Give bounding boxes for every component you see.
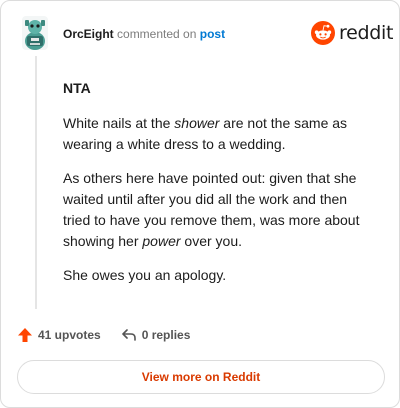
comment-body: NTA White nails at the shower are not th… xyxy=(63,78,363,299)
reddit-wordmark: reddit xyxy=(339,22,394,44)
reply-count: 0 replies xyxy=(141,328,191,342)
comment-heading: NTA xyxy=(63,80,91,96)
upvote-arrow-icon xyxy=(18,328,32,342)
avatar[interactable] xyxy=(22,16,48,50)
p2-emphasis: power xyxy=(142,233,181,249)
reddit-logo[interactable]: reddit xyxy=(311,21,393,45)
upvote-count: 41 upvotes xyxy=(38,328,101,342)
comment-actions: 41 upvotes 0 replies xyxy=(17,327,190,343)
avatar-icon xyxy=(22,16,48,50)
view-more-button[interactable]: View more on Reddit xyxy=(17,360,385,394)
p2-after: over you. xyxy=(180,233,243,249)
upvote-button[interactable]: 41 upvotes xyxy=(17,327,101,343)
p1-emphasis: shower xyxy=(174,115,220,131)
action-text: commented on xyxy=(117,27,197,41)
username-link[interactable]: OrcEight xyxy=(63,27,114,41)
comment-paragraph-3: She owes you an apology. xyxy=(63,267,227,283)
comment-paragraph-2: As others here have pointed out: given t… xyxy=(63,168,363,252)
reddit-snoo-icon xyxy=(311,21,335,45)
p1-before: White nails at the xyxy=(63,115,175,131)
post-link[interactable]: post xyxy=(200,27,225,41)
replies-button[interactable]: 0 replies xyxy=(121,328,191,342)
comment-embed-card: OrcEight commented on post reddit NTA Wh… xyxy=(0,0,400,408)
reply-arrow-icon xyxy=(121,329,136,341)
comment-byline: OrcEight commented on post xyxy=(63,27,225,41)
comment-paragraph-1: White nails at the shower are not the sa… xyxy=(63,113,363,155)
thread-line xyxy=(35,56,37,309)
